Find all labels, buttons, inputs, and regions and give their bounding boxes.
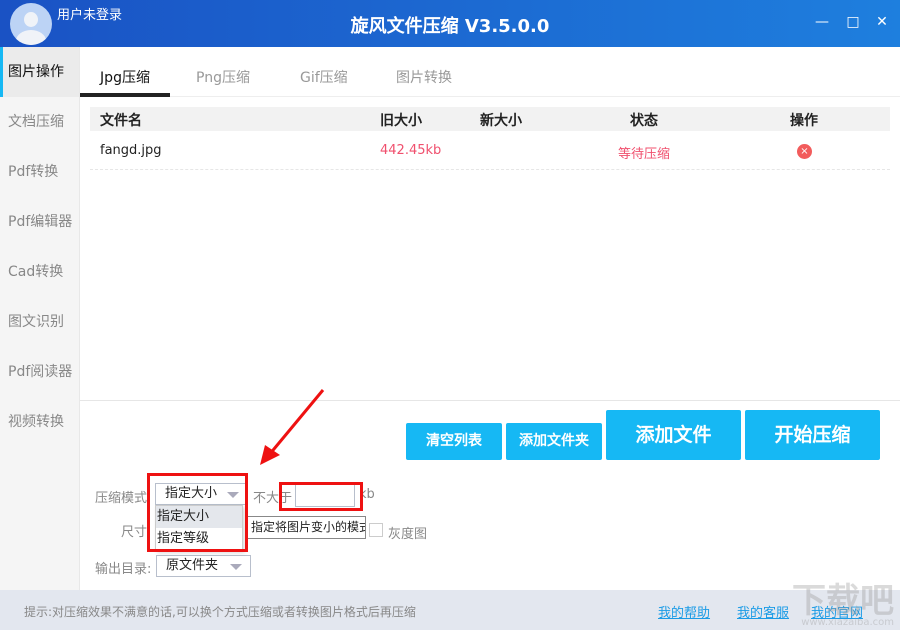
- sidebar-item-pdf-reader[interactable]: Pdf阅读器: [0, 347, 79, 397]
- col-action: 操作: [790, 110, 818, 130]
- support-link[interactable]: 我的客服: [737, 602, 789, 621]
- output-label: 输出目录:: [95, 558, 151, 577]
- minimize-button[interactable]: —: [814, 14, 830, 30]
- size-input[interactable]: [295, 482, 355, 507]
- option-size[interactable]: 指定大小: [156, 506, 242, 528]
- mode-value: 指定大小: [165, 486, 217, 501]
- add-file-button[interactable]: 添加文件: [606, 410, 741, 460]
- not-exceed-label: 不大于: [253, 487, 292, 506]
- help-link[interactable]: 我的帮助: [658, 602, 710, 621]
- watermark-logo: 下载吧www.xiazaiba.com: [792, 584, 894, 628]
- app-title: 旋风文件压缩 V3.5.0.0: [0, 12, 900, 38]
- output-value: 原文件夹: [166, 558, 218, 573]
- title-bar: 用户未登录 旋风文件压缩 V3.5.0.0 — □ ✕: [0, 0, 900, 47]
- col-new-size: 新大小: [480, 110, 522, 130]
- arrow-annotation: [255, 385, 335, 470]
- col-status: 状态: [630, 110, 658, 130]
- clear-list-button[interactable]: 清空列表: [406, 423, 502, 460]
- file-name: fangd.jpg: [100, 143, 162, 158]
- footer-tip: 提示:对压缩效果不满意的话,可以换个方式压缩或者转换图片格式后再压缩: [24, 603, 416, 620]
- chevron-down-icon: [230, 564, 242, 570]
- tab-convert[interactable]: 图片转换: [396, 67, 452, 87]
- col-old-size: 旧大小: [380, 110, 422, 130]
- maximize-button[interactable]: □: [845, 14, 861, 30]
- table-row[interactable]: fangd.jpg 442.45kb 等待压缩 ×: [90, 131, 890, 170]
- old-size: 442.45kb: [380, 143, 441, 158]
- delete-icon[interactable]: ×: [797, 144, 812, 159]
- option-level[interactable]: 指定等级: [156, 528, 242, 550]
- sidebar-item-image[interactable]: 图片操作: [0, 47, 79, 97]
- mode-dropdown: 指定大小 指定等级: [155, 505, 243, 551]
- output-select[interactable]: 原文件夹: [156, 555, 251, 577]
- mode-tooltip: 指定将图片变小的模式: [245, 516, 366, 539]
- sidebar-item-doc[interactable]: 文档压缩: [0, 97, 79, 147]
- tab-jpg[interactable]: Jpg压缩: [80, 67, 170, 97]
- grayscale-label: 灰度图: [388, 523, 427, 542]
- footer: 提示:对压缩效果不满意的话,可以换个方式压缩或者转换图片格式后再压缩 我的帮助 …: [0, 590, 900, 630]
- tab-gif[interactable]: Gif压缩: [300, 67, 348, 87]
- sidebar-item-ocr[interactable]: 图文识别: [0, 297, 79, 347]
- sidebar-item-pdf-editor[interactable]: Pdf编辑器: [0, 197, 79, 247]
- table-header: 文件名 旧大小 新大小 状态 操作: [90, 107, 890, 131]
- sidebar-item-video[interactable]: 视频转换: [0, 397, 79, 447]
- dimension-label: 尺寸: [121, 521, 147, 540]
- col-filename: 文件名: [100, 110, 142, 130]
- grayscale-checkbox[interactable]: [369, 523, 383, 537]
- tab-bar: Jpg压缩 Png压缩 Gif压缩 图片转换: [80, 47, 900, 97]
- close-button[interactable]: ✕: [874, 14, 890, 30]
- status: 等待压缩: [618, 143, 670, 162]
- mode-select[interactable]: 指定大小: [155, 483, 248, 505]
- tab-png[interactable]: Png压缩: [196, 67, 250, 87]
- divider: [80, 400, 900, 401]
- unit-label: kb: [359, 487, 375, 502]
- sidebar-item-pdf-convert[interactable]: Pdf转换: [0, 147, 79, 197]
- chevron-down-icon: [227, 492, 239, 498]
- start-compress-button[interactable]: 开始压缩: [745, 410, 880, 460]
- mode-label: 压缩模式:: [95, 487, 151, 506]
- sidebar-item-cad[interactable]: Cad转换: [0, 247, 79, 297]
- sidebar: 图片操作 文档压缩 Pdf转换 Pdf编辑器 Cad转换 图文识别 Pdf阅读器…: [0, 47, 80, 590]
- add-folder-button[interactable]: 添加文件夹: [506, 423, 602, 460]
